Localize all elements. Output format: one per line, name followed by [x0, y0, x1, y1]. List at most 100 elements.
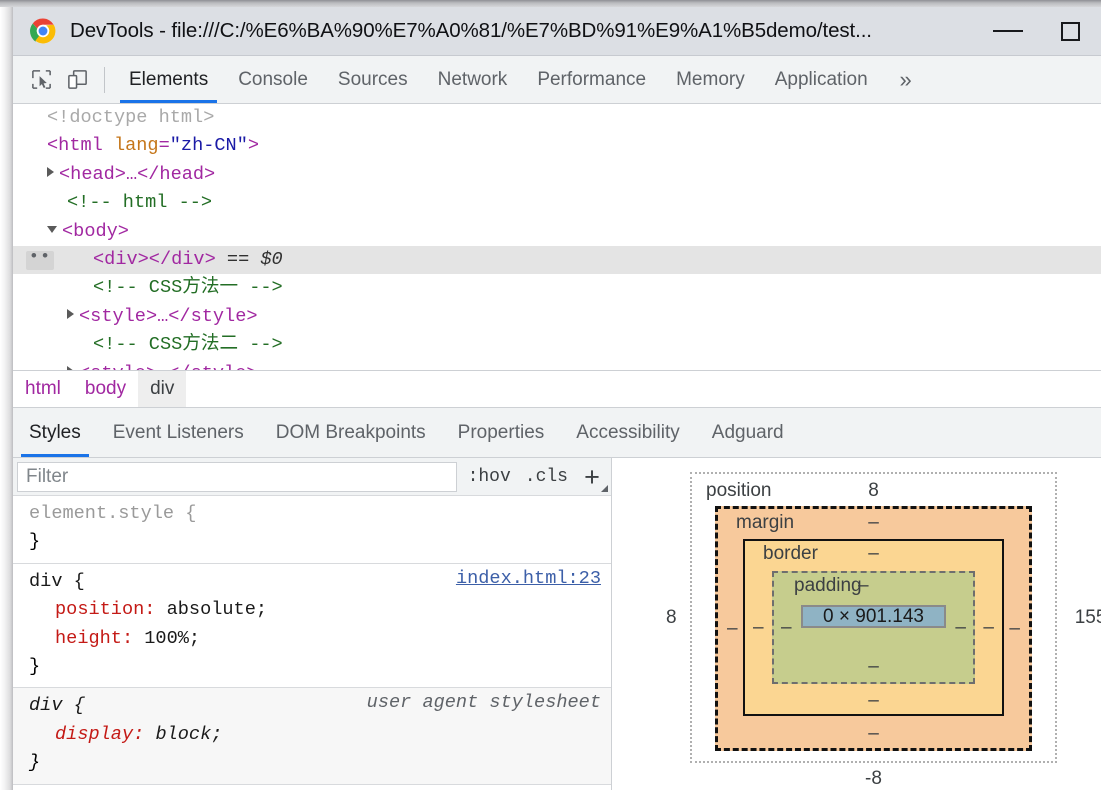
- box-model-position-top[interactable]: 8: [692, 480, 1055, 502]
- css-declaration[interactable]: position: absolute;: [13, 596, 611, 624]
- box-model-padding-left[interactable]: –: [781, 617, 792, 639]
- css-rule-source-link[interactable]: index.html:23: [456, 568, 601, 589]
- box-model-position-layer[interactable]: position 8 -8 8 1556 margin – – – – bord…: [666, 472, 1101, 789]
- tab-memory[interactable]: Memory: [661, 56, 760, 103]
- dom-row-text: <!doctype html>: [47, 107, 215, 128]
- pane-tab-adguard[interactable]: Adguard: [696, 408, 800, 457]
- dom-row-text: =: [158, 135, 170, 157]
- breadcrumb-item-body[interactable]: body: [73, 371, 138, 407]
- device-toolbar-icon[interactable]: [59, 62, 95, 98]
- box-model-padding-layer[interactable]: padding – – – – 0 × 901.143: [772, 571, 975, 684]
- dom-row-text: "zh-CN": [169, 135, 248, 157]
- collapse-triangle-icon[interactable]: [47, 225, 57, 233]
- tab-console[interactable]: Console: [223, 56, 323, 103]
- dom-tree-row[interactable]: <head>…</head>: [13, 161, 1101, 189]
- tab-application-label: Application: [774, 68, 868, 90]
- tab-performance[interactable]: Performance: [522, 56, 661, 103]
- dom-tree-row[interactable]: •• <div></div> == $0: [13, 245, 1101, 275]
- box-model-border-top[interactable]: –: [745, 543, 1002, 565]
- css-rule-block[interactable]: user agent stylesheet div { display: block…: [13, 688, 611, 785]
- hov-toggle-button[interactable]: :hov: [461, 467, 518, 487]
- dom-row-text: == $0: [215, 248, 283, 270]
- breadcrumb: html body div: [13, 370, 1101, 408]
- dom-row-text: <div></div>: [93, 248, 216, 270]
- expand-triangle-icon[interactable]: [67, 308, 74, 319]
- dom-tree-row[interactable]: <style>…</style>: [13, 360, 1101, 370]
- window-top-shadow: [0, 0, 1101, 7]
- css-rule-block[interactable]: element.style {}: [13, 496, 611, 564]
- box-model-border-right[interactable]: –: [983, 617, 994, 639]
- inspect-element-icon[interactable]: [23, 62, 59, 98]
- tab-sources[interactable]: Sources: [323, 56, 423, 103]
- box-model-border-left[interactable]: –: [753, 617, 764, 639]
- css-property-value[interactable]: absolute;: [167, 599, 267, 620]
- tab-sources-label: Sources: [337, 68, 408, 90]
- toolbar-divider: [104, 66, 105, 93]
- dom-row-more-badge[interactable]: ••: [26, 249, 54, 270]
- css-rule-close-brace: }: [29, 655, 41, 677]
- box-model-margin-left[interactable]: –: [727, 618, 738, 640]
- box-model-position-right[interactable]: 1556: [1075, 607, 1101, 629]
- tab-memory-label: Memory: [676, 68, 745, 90]
- box-model-margin-right[interactable]: –: [1009, 618, 1020, 640]
- devtools-tabstrip: Elements Console Sources Network Perform…: [13, 56, 1101, 104]
- box-model-position-left[interactable]: 8: [666, 607, 677, 629]
- box-model-padding-top[interactable]: –: [858, 575, 973, 597]
- pane-tab-properties[interactable]: Properties: [442, 408, 561, 457]
- dom-row-text: >: [247, 135, 260, 157]
- pane-tab-dom-breakpoints[interactable]: DOM Breakpoints: [260, 408, 442, 457]
- css-declaration[interactable]: display: block;: [13, 721, 611, 749]
- tab-application[interactable]: Application: [760, 56, 883, 103]
- minimize-button[interactable]: [977, 7, 1039, 55]
- dom-row-text: <!-- html -->: [67, 192, 213, 214]
- maximize-button[interactable]: [1039, 7, 1101, 55]
- css-property-value[interactable]: 100%;: [144, 628, 200, 649]
- box-model-margin-layer[interactable]: margin – – – – border – – – – padding – …: [715, 506, 1032, 751]
- dom-tree-row[interactable]: <!-- CSS方法二 -->: [13, 331, 1101, 359]
- css-property-name[interactable]: display:: [55, 724, 155, 745]
- maximize-icon: [1060, 21, 1080, 41]
- css-declaration[interactable]: height: 100%;: [13, 625, 611, 653]
- breadcrumb-item-html[interactable]: html: [13, 371, 73, 407]
- dom-tree[interactable]: <!doctype html> <html lang="zh-CN"> <head>…: [13, 104, 1101, 370]
- dropdown-corner-icon: [601, 484, 608, 492]
- pane-tab-styles[interactable]: Styles: [13, 408, 97, 457]
- styles-pane: :hov .cls + element.style {} index.html:2…: [13, 458, 612, 790]
- css-rule-source-label: user agent stylesheet: [366, 692, 601, 714]
- dom-tree-row[interactable]: <html lang="zh-CN">: [13, 132, 1101, 160]
- box-model-border-bottom[interactable]: –: [745, 690, 1002, 712]
- dom-tree-row[interactable]: <body>: [13, 218, 1101, 246]
- new-style-rule-button[interactable]: +: [575, 460, 609, 494]
- tab-network[interactable]: Network: [423, 56, 523, 103]
- dom-tree-row[interactable]: <!-- html -->: [13, 189, 1101, 217]
- box-model-content-box[interactable]: 0 × 901.143: [801, 605, 946, 628]
- box-model-padding-bottom[interactable]: –: [774, 656, 973, 678]
- css-property-name[interactable]: height:: [55, 628, 144, 649]
- box-model-position-bottom[interactable]: -8: [692, 768, 1055, 790]
- box-model-margin-top[interactable]: –: [718, 512, 1029, 534]
- window-left-shadow: [0, 0, 13, 790]
- css-property-value[interactable]: block;: [155, 724, 222, 745]
- box-model-border-layer[interactable]: border – – – – padding – – – – 0 × 901.1…: [743, 539, 1004, 716]
- styles-filter-input[interactable]: [17, 461, 457, 492]
- tabs-overflow-icon[interactable]: »: [883, 56, 929, 103]
- css-selector[interactable]: element.style {: [29, 503, 196, 524]
- dom-tree-row[interactable]: <!-- CSS方法一 -->: [13, 274, 1101, 302]
- css-property-name[interactable]: position:: [55, 599, 167, 620]
- pane-tab-accessibility[interactable]: Accessibility: [560, 408, 695, 457]
- pane-tab-event-listeners[interactable]: Event Listeners: [97, 408, 260, 457]
- dom-row-text: <html: [47, 135, 114, 157]
- box-model-padding-right[interactable]: –: [955, 617, 966, 639]
- breadcrumb-item-div[interactable]: div: [138, 371, 187, 407]
- css-selector[interactable]: div {: [29, 571, 85, 592]
- tab-elements[interactable]: Elements: [114, 56, 223, 103]
- dom-row-text: <style>…</style>: [79, 305, 258, 327]
- css-rule-block[interactable]: index.html:23 div {position: absolute; hei…: [13, 564, 611, 689]
- cls-toggle-button[interactable]: .cls: [518, 467, 575, 487]
- css-selector-line: element.style {: [13, 500, 611, 528]
- dom-tree-row[interactable]: <style>…</style>: [13, 303, 1101, 331]
- css-selector[interactable]: div {: [29, 695, 85, 716]
- expand-triangle-icon[interactable]: [47, 166, 54, 177]
- dom-tree-row[interactable]: <!doctype html>: [13, 104, 1101, 132]
- box-model-margin-bottom[interactable]: –: [718, 723, 1029, 745]
